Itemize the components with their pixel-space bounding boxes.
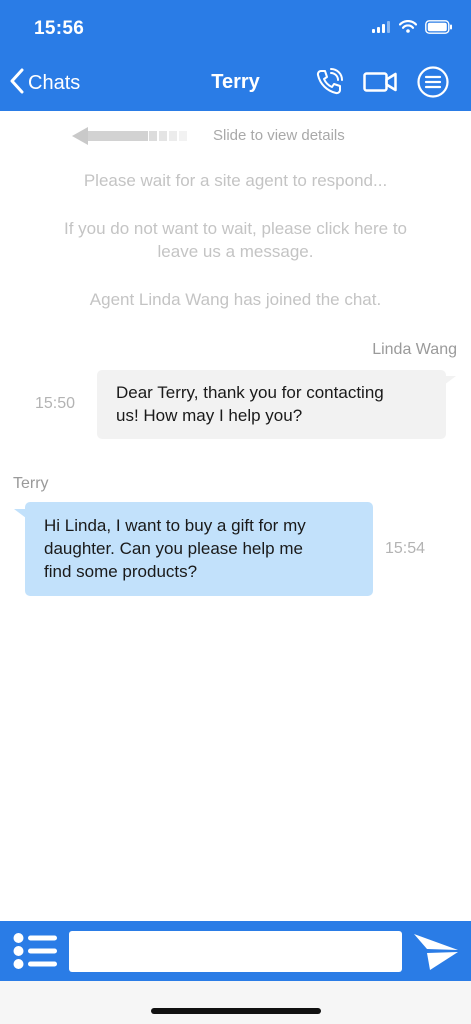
user-message-line-3: find some products? [44, 562, 198, 581]
battery-icon [425, 19, 453, 39]
menu-icon[interactable] [417, 66, 449, 98]
home-indicator-area [0, 981, 471, 1024]
video-call-icon[interactable] [363, 71, 397, 93]
user-message-bubble[interactable]: Hi Linda, I want to buy a gift for my da… [14, 502, 373, 596]
home-indicator[interactable] [151, 1008, 321, 1014]
wait-notice: Please wait for a site agent to respond.… [83, 171, 388, 190]
leave-message-line-2: leave us a message. [157, 242, 314, 261]
agent-message-line-1: Dear Terry, thank you for contacting [116, 383, 384, 402]
user-message-line-2: daughter. Can you please help me [44, 539, 303, 558]
status-time: 15:56 [34, 18, 85, 39]
status-icons [372, 19, 453, 39]
agent-message-bubble[interactable]: Dear Terry, thank you for contacting us!… [97, 370, 456, 439]
send-icon[interactable] [412, 930, 460, 974]
slide-arrow-icon [72, 125, 194, 152]
quick-menu-list-icon[interactable] [12, 932, 58, 970]
back-button[interactable]: Chats [10, 68, 80, 99]
phone-call-icon[interactable] [315, 68, 343, 96]
back-label: Chats [28, 72, 81, 94]
message-sender-user: Terry [13, 475, 49, 492]
nav-actions [315, 66, 449, 98]
message-composer [0, 921, 471, 981]
slide-hint-text: Slide to view details [213, 127, 345, 144]
chevron-left-icon [10, 68, 24, 99]
leave-message-link[interactable]: If you do not want to wait, please click… [0, 217, 471, 263]
message-time-agent: 15:50 [35, 395, 76, 412]
cellular-signal-icon [372, 20, 391, 38]
message-sender-agent: Linda Wang [372, 341, 457, 358]
agent-message-line-2: us! How may I help you? [116, 406, 303, 425]
agent-joined-notice: Agent Linda Wang has joined the chat. [89, 290, 382, 309]
wifi-icon [398, 20, 418, 38]
message-time-user: 15:54 [385, 540, 426, 557]
message-input[interactable] [69, 931, 402, 972]
leave-message-line-1: If you do not want to wait, please click… [63, 219, 408, 238]
slide-hint[interactable] [72, 125, 194, 152]
user-message-line-1: Hi Linda, I want to buy a gift for my [44, 516, 306, 535]
app-header: 15:56 Chats Terry [0, 0, 471, 111]
